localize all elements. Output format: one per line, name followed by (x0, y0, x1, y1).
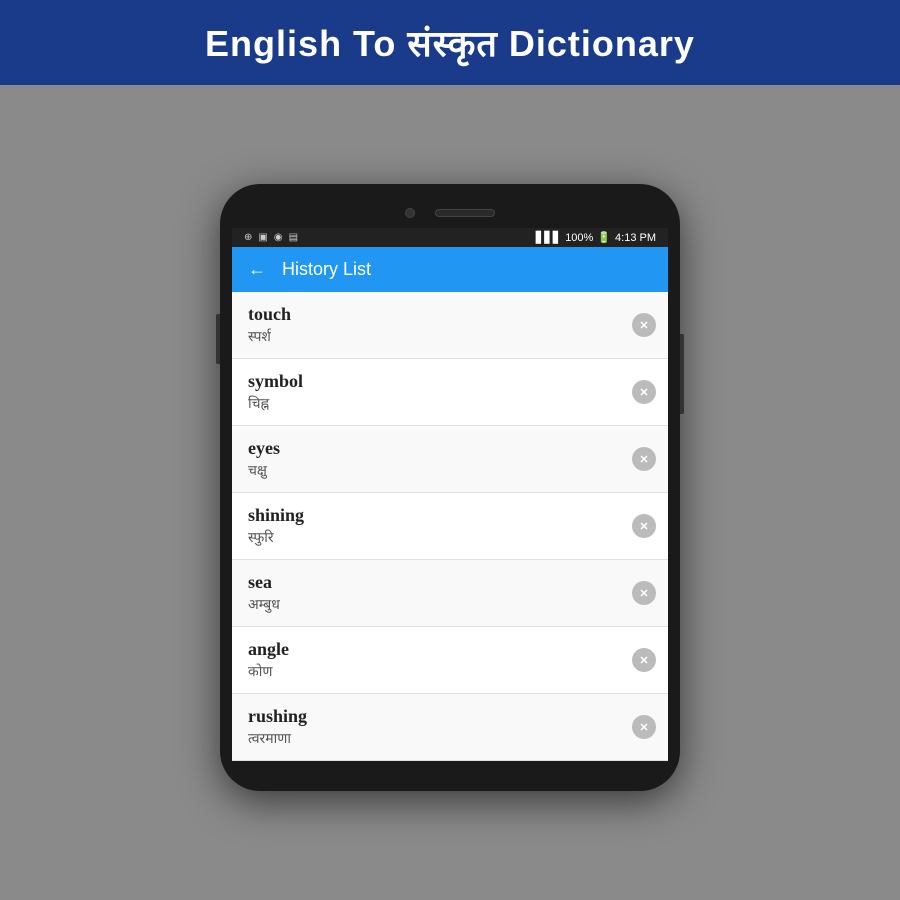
status-bar: ⊕ ▣ ◉ ▤ ▋▋▋ 100% 🔋 4:13 PM (232, 228, 668, 247)
battery-icon: 🔋 (597, 231, 611, 244)
list-item-sanskrit: स्फुरि (248, 528, 618, 547)
list-item-english: touch (248, 304, 618, 325)
list-item-english: sea (248, 572, 618, 593)
remove-item-button[interactable] (632, 581, 656, 605)
list-item[interactable]: angle कोण (232, 627, 668, 694)
signal-icon: ▋▋▋ (536, 231, 561, 244)
sync-icon: ◉ (274, 232, 283, 243)
battery-save-icon: ▤ (289, 232, 298, 243)
status-left: ⊕ ▣ ◉ ▤ (244, 232, 298, 243)
app-bar: ← History List (232, 247, 668, 292)
phone-side-left (216, 314, 220, 364)
remove-item-button[interactable] (632, 313, 656, 337)
phone-side-right (680, 334, 684, 414)
phone-device: ⊕ ▣ ◉ ▤ ▋▋▋ 100% 🔋 4:13 PM ← History Lis… (220, 184, 680, 791)
app-bar-title: History List (282, 259, 371, 280)
phone-speaker (435, 209, 495, 217)
list-item[interactable]: rushing त्वरमाणा (232, 694, 668, 761)
phone-camera (405, 208, 415, 218)
banner-title: English To संस्कृत Dictionary (205, 18, 695, 67)
list-item-sanskrit: त्वरमाणा (248, 729, 618, 748)
battery-percent: 100% (565, 232, 593, 244)
remove-item-button[interactable] (632, 447, 656, 471)
list-item-sanskrit: चक्षु (248, 461, 618, 480)
list-item-english: symbol (248, 371, 618, 392)
list-item-sanskrit: चिह्न (248, 394, 618, 413)
remove-item-button[interactable] (632, 514, 656, 538)
remove-item-button[interactable] (632, 648, 656, 672)
list-item-english: shining (248, 505, 618, 526)
back-button[interactable]: ← (248, 259, 266, 280)
main-area: ⊕ ▣ ◉ ▤ ▋▋▋ 100% 🔋 4:13 PM ← History Lis… (0, 85, 900, 900)
status-right: ▋▋▋ 100% 🔋 4:13 PM (536, 231, 656, 244)
remove-item-button[interactable] (632, 715, 656, 739)
list-item-sanskrit: कोण (248, 662, 618, 681)
top-banner: English To संस्कृत Dictionary (0, 0, 900, 85)
list-item[interactable]: eyes चक्षु (232, 426, 668, 493)
screenshot-icon: ▣ (258, 232, 267, 243)
remove-item-button[interactable] (632, 380, 656, 404)
list-item-english: rushing (248, 706, 618, 727)
list-item-english: eyes (248, 438, 618, 459)
list-item-sanskrit: स्पर्श (248, 327, 618, 346)
list-item[interactable]: sea अम्बुध (232, 560, 668, 627)
list-item[interactable]: symbol चिह्न (232, 359, 668, 426)
history-list: touch स्पर्श symbol चिह्न eyes चक्षु shining स्… (232, 292, 668, 761)
time-display: 4:13 PM (615, 232, 656, 244)
list-item[interactable]: shining स्फुरि (232, 493, 668, 560)
list-item-sanskrit: अम्बुध (248, 595, 618, 614)
usb-icon: ⊕ (244, 232, 252, 243)
phone-top (232, 202, 668, 228)
list-item[interactable]: touch स्पर्श (232, 292, 668, 359)
list-item-english: angle (248, 639, 618, 660)
